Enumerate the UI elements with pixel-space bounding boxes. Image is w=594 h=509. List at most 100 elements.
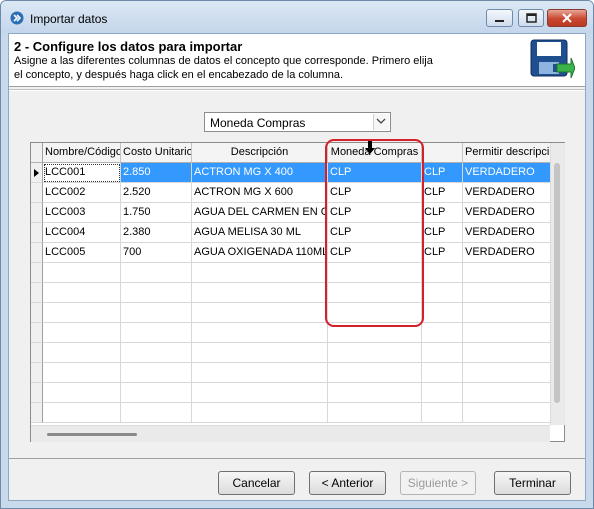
table-cell[interactable]: CLP [422, 163, 463, 183]
column-header[interactable]: Nombre/Código [43, 143, 121, 163]
row-selector[interactable] [31, 223, 43, 243]
close-button[interactable] [547, 9, 587, 27]
finish-button[interactable]: Terminar [494, 471, 571, 495]
table-row[interactable] [31, 283, 550, 303]
table-cell[interactable] [463, 263, 550, 283]
row-selector[interactable] [31, 283, 43, 303]
table-cell[interactable] [121, 363, 192, 383]
table-cell[interactable] [328, 263, 422, 283]
table-cell[interactable] [121, 383, 192, 403]
horizontal-scroll-thumb[interactable] [47, 433, 137, 436]
table-cell[interactable] [328, 303, 422, 323]
table-cell[interactable] [192, 283, 328, 303]
table-cell[interactable] [422, 263, 463, 283]
row-selector[interactable] [31, 363, 43, 383]
vertical-scrollbar[interactable] [550, 143, 565, 425]
table-cell[interactable] [192, 343, 328, 363]
table-cell[interactable]: VERDADERO [463, 183, 550, 203]
table-cell[interactable]: CLP [422, 243, 463, 263]
column-header[interactable]: Descripción [192, 143, 328, 163]
table-cell[interactable] [422, 343, 463, 363]
table-cell[interactable]: CLP [422, 203, 463, 223]
maximize-button[interactable] [518, 9, 544, 27]
table-cell[interactable] [463, 363, 550, 383]
cancel-button[interactable]: Cancelar [218, 471, 295, 495]
table-cell[interactable]: CLP [328, 183, 422, 203]
table-cell[interactable] [422, 363, 463, 383]
table-cell[interactable]: 700 [121, 243, 192, 263]
table-cell[interactable]: LCC005 [43, 243, 121, 263]
table-row[interactable] [31, 363, 550, 383]
table-cell[interactable]: 1.750 [121, 203, 192, 223]
table-row[interactable]: LCC003 1.750 AGUA DEL CARMEN EN GO CLP CLP VE… [31, 203, 550, 223]
row-selector[interactable] [31, 403, 43, 423]
dropdown-arrow[interactable] [373, 114, 389, 130]
table-cell[interactable]: 2.520 [121, 183, 192, 203]
vertical-scroll-thumb[interactable] [554, 163, 560, 403]
previous-button[interactable]: < Anterior [309, 471, 386, 495]
table-cell[interactable] [43, 343, 121, 363]
table-cell[interactable]: VERDADERO [463, 163, 550, 183]
table-cell[interactable]: AGUA OXIGENADA 110ML [192, 243, 328, 263]
table-row[interactable] [31, 303, 550, 323]
table-cell[interactable] [463, 383, 550, 403]
table-cell[interactable]: CLP [328, 163, 422, 183]
table-cell[interactable]: AGUA MELISA 30 ML [192, 223, 328, 243]
row-selector[interactable] [31, 303, 43, 323]
table-cell[interactable] [121, 283, 192, 303]
table-cell[interactable] [43, 283, 121, 303]
table-cell[interactable] [43, 323, 121, 343]
table-cell[interactable] [328, 323, 422, 343]
table-cell[interactable] [192, 323, 328, 343]
column-header[interactable] [422, 143, 463, 163]
table-cell[interactable]: CLP [328, 243, 422, 263]
table-cell[interactable] [422, 383, 463, 403]
table-cell[interactable]: ACTRON MG X 600 [192, 183, 328, 203]
row-selector[interactable] [31, 263, 43, 283]
table-cell[interactable] [192, 303, 328, 323]
column-header[interactable]: Permitir descripci [463, 143, 550, 163]
table-row[interactable]: LCC002 2.520 ACTRON MG X 600 CLP CLP VERDADER… [31, 183, 550, 203]
table-cell[interactable] [192, 383, 328, 403]
table-cell[interactable] [422, 323, 463, 343]
table-cell[interactable] [121, 303, 192, 323]
table-row[interactable] [31, 323, 550, 343]
data-grid[interactable]: Nombre/Código Costo Unitario Descripción… [30, 142, 565, 442]
table-cell[interactable] [192, 263, 328, 283]
table-cell[interactable] [328, 363, 422, 383]
horizontal-scrollbar[interactable] [31, 425, 550, 442]
table-row[interactable]: LCC005 700 AGUA OXIGENADA 110ML CLP CLP VERDA… [31, 243, 550, 263]
concept-dropdown[interactable]: Moneda Compras [204, 112, 391, 132]
table-cell[interactable] [121, 343, 192, 363]
row-selector[interactable] [31, 343, 43, 363]
table-cell[interactable] [328, 343, 422, 363]
table-cell[interactable] [328, 383, 422, 403]
row-selector[interactable] [31, 183, 43, 203]
column-header[interactable]: Costo Unitario [121, 143, 192, 163]
table-cell[interactable] [463, 303, 550, 323]
table-cell[interactable] [121, 323, 192, 343]
table-cell[interactable] [463, 403, 550, 423]
table-cell[interactable]: CLP [422, 223, 463, 243]
table-cell[interactable] [422, 303, 463, 323]
table-row[interactable] [31, 263, 550, 283]
table-cell[interactable]: VERDADERO [463, 243, 550, 263]
minimize-button[interactable] [486, 9, 513, 27]
table-cell[interactable] [328, 403, 422, 423]
row-selector[interactable] [31, 203, 43, 223]
table-cell[interactable]: CLP [328, 223, 422, 243]
table-cell[interactable]: ACTRON MG X 400 [192, 163, 328, 183]
table-cell[interactable] [328, 283, 422, 303]
table-cell[interactable]: CLP [328, 203, 422, 223]
table-row[interactable] [31, 343, 550, 363]
table-cell[interactable]: 2.380 [121, 223, 192, 243]
row-selector[interactable] [31, 323, 43, 343]
table-cell[interactable] [43, 303, 121, 323]
table-cell[interactable] [192, 403, 328, 423]
row-selector[interactable] [31, 163, 43, 183]
column-header[interactable]: Moneda Compras [328, 143, 422, 163]
table-cell[interactable]: 2.850 [121, 163, 192, 183]
table-cell[interactable] [121, 263, 192, 283]
table-row[interactable] [31, 403, 550, 423]
table-row[interactable] [31, 383, 550, 403]
